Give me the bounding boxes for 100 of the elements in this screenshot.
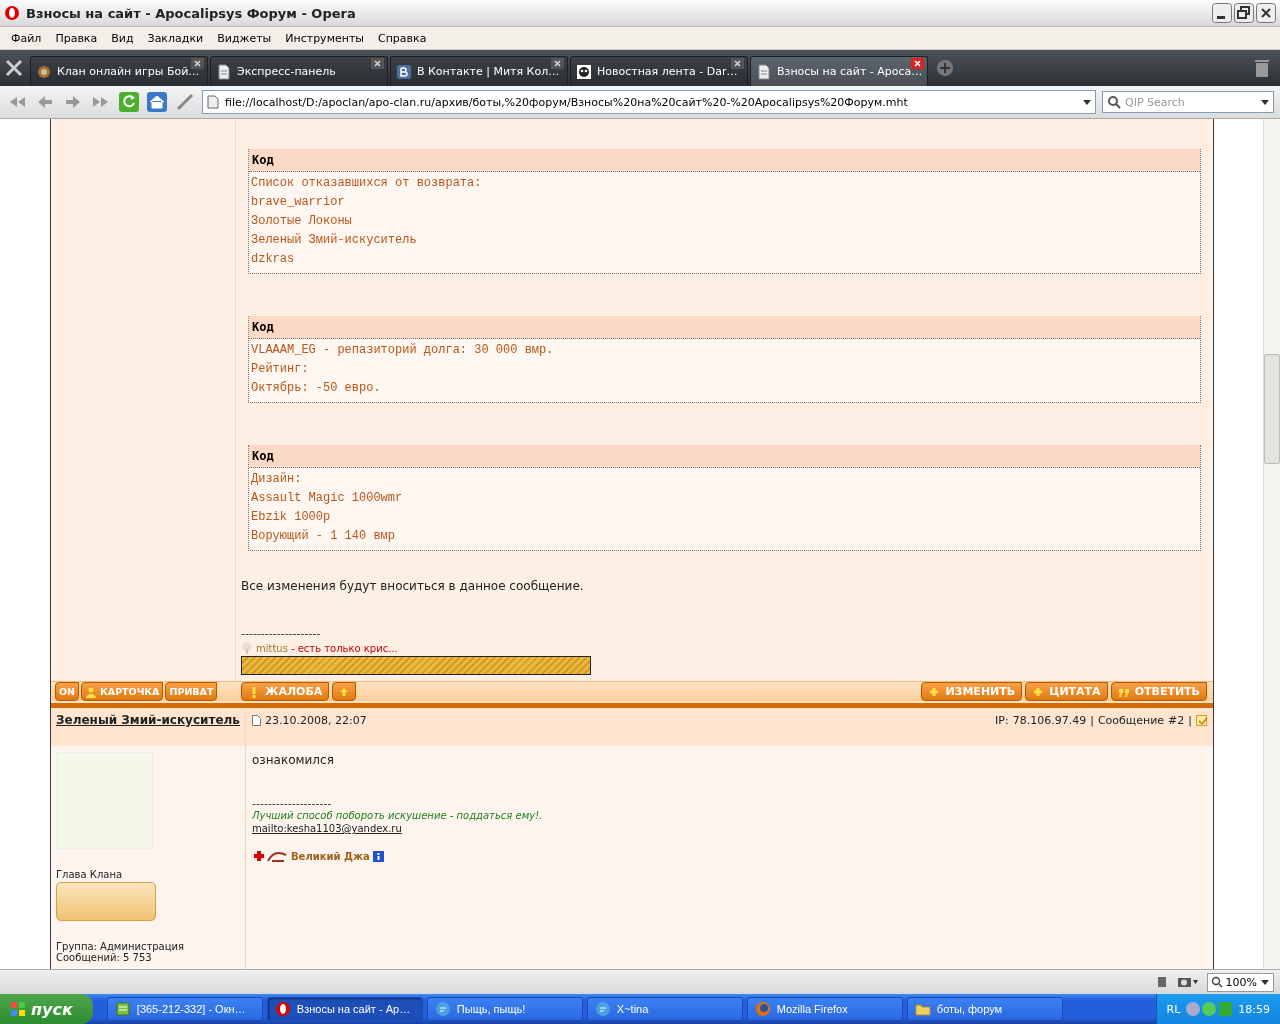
home-icon[interactable] bbox=[146, 91, 168, 113]
award-icon bbox=[252, 849, 288, 863]
post-date: 23.10.2008, 22:07 bbox=[265, 714, 367, 727]
user-group: Группа: Администрация bbox=[56, 941, 240, 952]
window-title: Взносы на сайт - Apocalipsys Форум - Opera bbox=[26, 5, 357, 21]
award-name: Великий Джа bbox=[291, 850, 370, 862]
check-icon bbox=[1197, 716, 1208, 727]
code-line: brave_warrior bbox=[251, 194, 346, 211]
menu-item[interactable]: Правка bbox=[48, 31, 105, 45]
up-arrow-icon bbox=[339, 686, 350, 697]
code-line: VLAAAM_EG - репазиторий долга: 30 000 вмр. bbox=[251, 342, 555, 359]
notepad-icon bbox=[114, 1001, 131, 1017]
code-line: Ebzik 1000р bbox=[251, 509, 332, 526]
scrollbar[interactable] bbox=[1263, 119, 1280, 969]
code-header: Код bbox=[249, 316, 1200, 339]
code-header: Код bbox=[249, 445, 1200, 468]
taskbar-item[interactable]: Взносы на сайт - Ap… bbox=[266, 997, 423, 1021]
separator: | bbox=[1090, 714, 1094, 727]
menu-item[interactable]: Закладки bbox=[140, 31, 211, 45]
opera-logo-icon bbox=[4, 5, 20, 21]
code-line: Assault Magic 1000wmr bbox=[251, 490, 404, 507]
trash-icon[interactable] bbox=[1254, 58, 1270, 78]
address-field[interactable]: file://localhost/D:/apoclan/apo-clan.ru/архив/боты,%20форум/Взносы%20на%20сайт%20-%20Apocalipsys%20Форум.mht bbox=[202, 90, 1096, 114]
plus-icon bbox=[928, 685, 941, 698]
close-icon[interactable] bbox=[371, 58, 384, 69]
menu-item[interactable]: Справка bbox=[371, 31, 434, 45]
mushroom-icon bbox=[241, 642, 253, 654]
browser-tab[interactable]: В Контакте | Митя Кол… bbox=[390, 56, 568, 86]
url-text: file://localhost/D:/apoclan/apo-clan.ru/архив/боты,%20форум/Взносы%20на%20сайт%20-%20Apocalipsys%20Форум.mht bbox=[225, 95, 909, 109]
tab-label: Новостная лента - Dar… bbox=[597, 65, 738, 78]
windows-logo-icon bbox=[10, 1001, 26, 1017]
code-line: dzkras bbox=[251, 251, 296, 268]
menu-item[interactable]: Инструменты bbox=[278, 31, 371, 45]
browser-tab[interactable]: Новостная лента - Dar… bbox=[570, 56, 748, 86]
search-icon bbox=[1107, 95, 1121, 109]
clock: 18:59 bbox=[1238, 1002, 1270, 1016]
code-line: Рейтинг: bbox=[251, 361, 310, 378]
letter-b-icon bbox=[396, 63, 412, 80]
tray-icons-drawing bbox=[1185, 1001, 1234, 1017]
emblem-icon bbox=[36, 63, 52, 80]
close-icon[interactable] bbox=[551, 58, 564, 69]
scroll-up-button[interactable] bbox=[332, 682, 357, 701]
code-line: Ворующий - 1 140 вмр bbox=[251, 528, 397, 545]
tab-label: В Контакте | Митя Кол… bbox=[417, 65, 560, 78]
close-icon[interactable] bbox=[731, 58, 744, 69]
new-tab-icon[interactable] bbox=[936, 59, 954, 77]
email-link[interactable]: mailto:kesha1103@yandex.ru bbox=[252, 823, 402, 834]
info-icon[interactable] bbox=[372, 850, 384, 862]
minimize-icon[interactable] bbox=[1212, 3, 1232, 23]
separator: | bbox=[1188, 714, 1192, 727]
message-text: ознакомился bbox=[252, 753, 335, 767]
search-field[interactable]: QIP Search bbox=[1102, 91, 1274, 113]
select-checkbox[interactable] bbox=[1196, 715, 1207, 726]
tab-label: Экспресс-панель bbox=[237, 65, 336, 78]
reload-icon[interactable] bbox=[118, 91, 140, 113]
zoom-control[interactable]: 100% bbox=[1206, 972, 1274, 992]
taskbar-item[interactable]: X~tina bbox=[586, 997, 743, 1021]
close-icon[interactable] bbox=[1256, 3, 1276, 23]
signature-rule: -------------------- bbox=[241, 627, 322, 640]
ip-link[interactable]: 78.106.97.49 bbox=[1012, 714, 1087, 727]
camera-icon[interactable] bbox=[1176, 975, 1199, 989]
pen-icon[interactable] bbox=[174, 91, 196, 113]
folder-icon bbox=[914, 1001, 931, 1017]
taskbar-item[interactable]: Mozilla Firefox bbox=[746, 997, 903, 1021]
close-icon[interactable] bbox=[911, 58, 924, 69]
taskbar-item[interactable]: боты, форум bbox=[906, 997, 1063, 1021]
code-line: Зеленый Змий-искуситель bbox=[251, 232, 418, 249]
start-button[interactable]: пуск bbox=[0, 994, 93, 1024]
menu-item[interactable]: Файл bbox=[4, 31, 49, 45]
signature-rule: -------------------- bbox=[252, 797, 333, 810]
taskbar-item[interactable]: [365-212-332] - Окн… bbox=[106, 997, 263, 1021]
globe-icon bbox=[754, 1001, 771, 1017]
browser-tab[interactable]: Взносы на сайт - Apoca… bbox=[750, 56, 928, 86]
tab-label: Клан онлайн игры Бой… bbox=[57, 65, 200, 78]
page-icon bbox=[216, 63, 232, 80]
author-link[interactable]: Зеленый Змий-искуситель bbox=[56, 713, 240, 727]
menu-item[interactable]: Виджеты bbox=[210, 31, 279, 45]
browser-tab[interactable]: Экспресс-панель bbox=[210, 56, 388, 86]
menu-item[interactable]: Вид bbox=[104, 31, 141, 45]
tab-label: Взносы на сайт - Apoca… bbox=[777, 65, 923, 78]
ip-label: IP: bbox=[995, 714, 1009, 727]
code-line: Золотые Локоны bbox=[251, 213, 353, 230]
message-link[interactable]: #2 bbox=[1168, 714, 1185, 727]
face-icon bbox=[576, 63, 592, 80]
chat-bubble-icon bbox=[594, 1001, 611, 1017]
code-line: Список отказавшихся от возврата: bbox=[251, 175, 483, 192]
message-label: Сообщение bbox=[1097, 714, 1165, 727]
plus-icon bbox=[1032, 685, 1045, 698]
user-name: mittus bbox=[256, 642, 288, 654]
scrollbar-thumb[interactable] bbox=[1264, 354, 1280, 464]
signature-quote: Лучший способ побороть искушение - поддаться ему!. bbox=[252, 810, 544, 821]
user-status: - есть только крис... bbox=[290, 642, 398, 654]
close-icon[interactable] bbox=[191, 58, 204, 69]
search-icon bbox=[1210, 976, 1223, 988]
code-line: Октябрь: -50 евро. bbox=[251, 380, 382, 397]
restore-icon[interactable] bbox=[1234, 3, 1254, 23]
browser-tab[interactable]: Клан онлайн игры Бой… bbox=[30, 56, 208, 86]
code-header: Код bbox=[249, 149, 1200, 172]
post-count: Сообщений: 5 753 bbox=[56, 952, 152, 963]
taskbar-item[interactable]: Пыщь, пыщь! bbox=[426, 997, 583, 1021]
